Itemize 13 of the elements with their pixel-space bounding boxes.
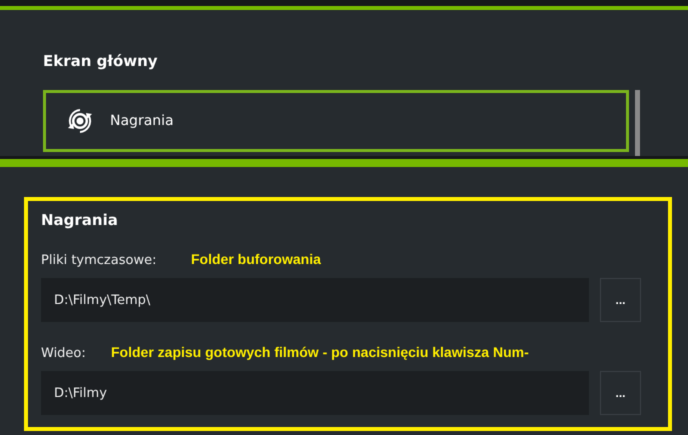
panel-title: Ekran główny bbox=[43, 52, 159, 70]
browse-button[interactable]: ... bbox=[600, 278, 641, 322]
field-label: Pliki tymczasowe: bbox=[41, 253, 158, 268]
field-label: Wideo: bbox=[41, 346, 87, 361]
section-title: Nagrania bbox=[41, 211, 119, 229]
annotation-text: Folder zapisu gotowych filmów - po nacisnięciu klawisza Num- bbox=[111, 344, 529, 360]
menu-item[interactable]: Nagrania bbox=[43, 90, 629, 152]
path-field[interactable]: D:\Filmy bbox=[41, 371, 589, 415]
annotation-text: Folder buforowania bbox=[191, 251, 321, 267]
scrollbar[interactable] bbox=[635, 90, 640, 156]
record-icon bbox=[66, 107, 94, 135]
browse-button[interactable]: ... bbox=[600, 371, 641, 415]
path-field[interactable]: D:\Filmy\Temp\ bbox=[41, 278, 589, 322]
